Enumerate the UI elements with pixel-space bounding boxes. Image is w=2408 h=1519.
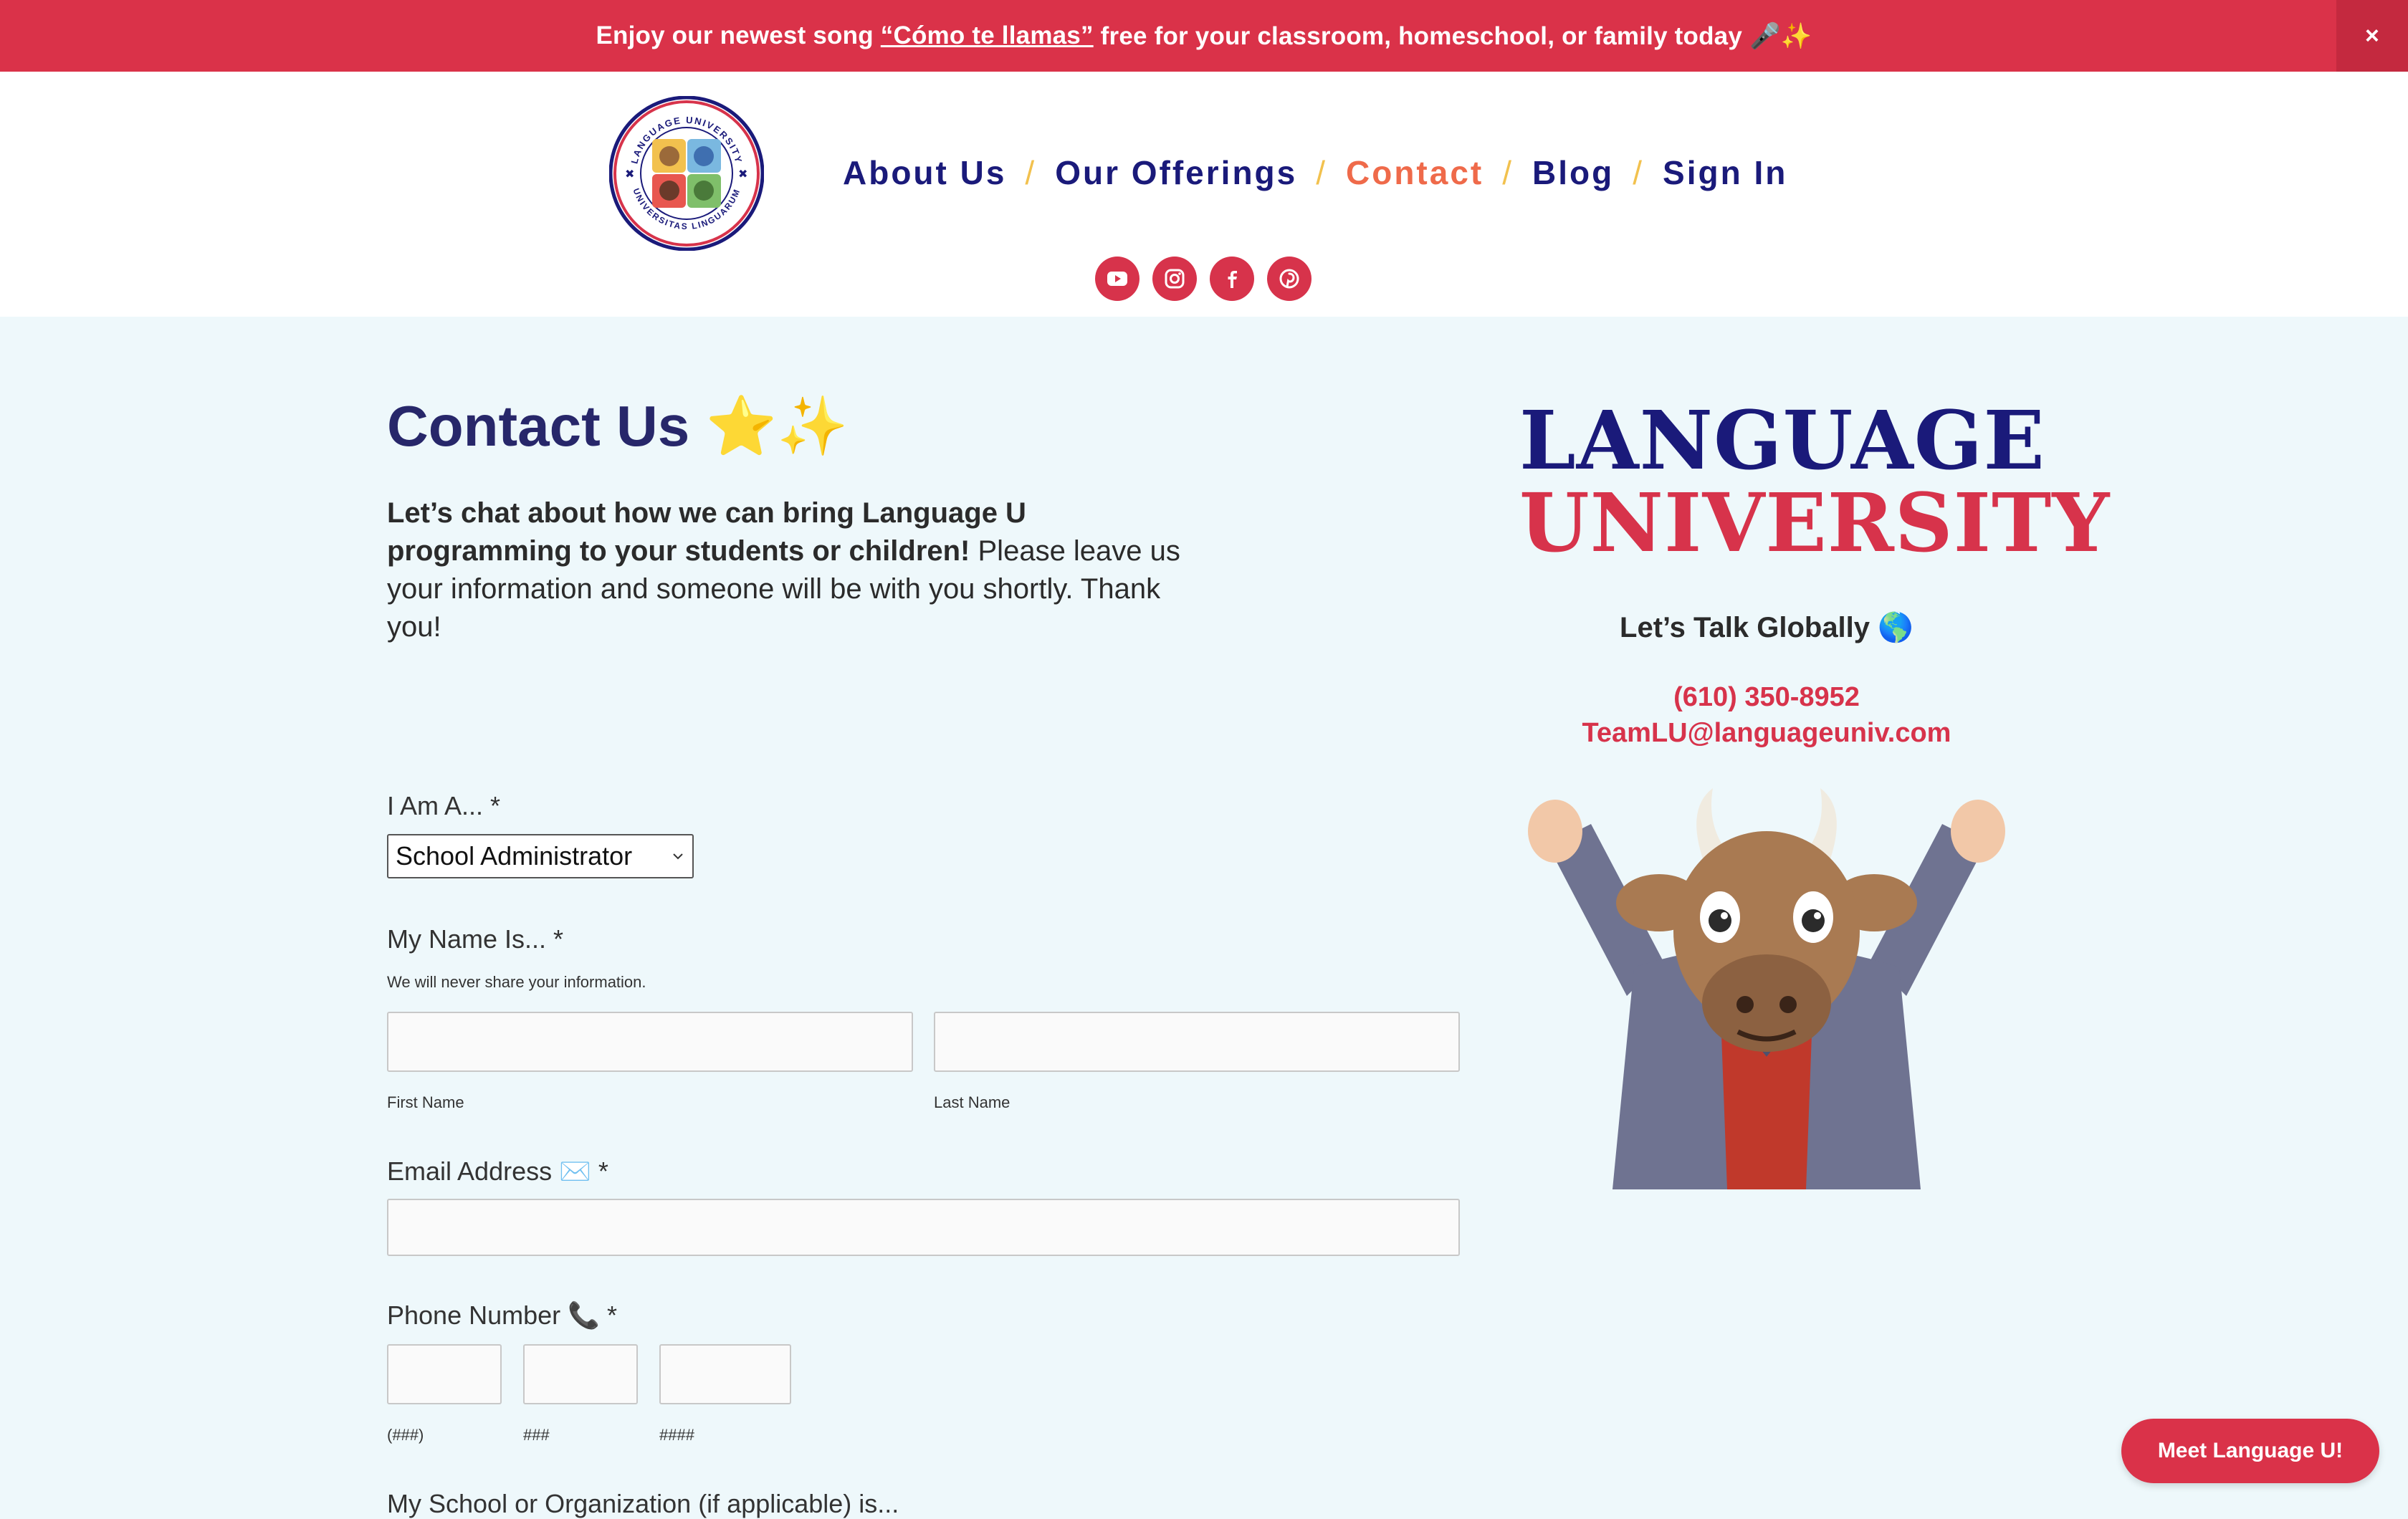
nav-separator: / — [1502, 154, 1514, 191]
pinterest-icon[interactable] — [1267, 257, 1312, 301]
svg-text:✖: ✖ — [738, 168, 747, 181]
page-title: Contact Us ⭐✨ — [387, 394, 849, 458]
svg-text:✖: ✖ — [625, 168, 634, 181]
nav-separator: / — [1025, 154, 1037, 191]
phone-area-code-input[interactable] — [387, 1344, 502, 1404]
instagram-icon[interactable] — [1152, 257, 1197, 301]
first-name-input[interactable] — [387, 1012, 913, 1072]
announcement-bar: Enjoy our newest song “Cómo te llamas” f… — [0, 0, 2408, 72]
intro-text: Let’s chat about how we can bring Langua… — [387, 494, 1197, 646]
phone-link[interactable]: (610) 350-8952 — [1519, 682, 2014, 713]
phone-hint-line: #### — [659, 1426, 694, 1444]
bull-mascot-illustration — [1528, 788, 2005, 1189]
nav-about-us[interactable]: About Us — [843, 153, 1006, 192]
intro-bold: Let’s chat about how we can bring Langua… — [387, 497, 1026, 567]
close-icon[interactable]: × — [2365, 22, 2379, 50]
phone-hint-prefix: ### — [523, 1426, 550, 1444]
facebook-icon[interactable] — [1210, 257, 1254, 301]
nav-separator: / — [1316, 154, 1328, 191]
phone-prefix-input[interactable] — [523, 1344, 638, 1404]
brand-line-1: LANGUAGE — [1519, 394, 2045, 488]
brand-line-2: UNIVERSITY — [1519, 476, 2111, 570]
phone-hint-area: (###) — [387, 1426, 424, 1444]
email-input[interactable] — [387, 1199, 1460, 1256]
close-announcement-button[interactable]: × — [2336, 0, 2408, 72]
nav-blog[interactable]: Blog — [1532, 153, 1614, 192]
chevron-down-icon — [673, 853, 683, 860]
site-logo[interactable]: LANGUAGE UNIVERSITY UNIVERSITAS LINGUARU… — [609, 96, 764, 251]
nav-separator: / — [1633, 154, 1645, 191]
name-privacy-note: We will never share your information. — [387, 973, 646, 991]
announcement-suffix: free for your classroom, homeschool, or … — [1100, 21, 1812, 50]
school-label: My School or Organization (if applicable… — [387, 1489, 899, 1518]
name-label: My Name Is... * — [387, 924, 564, 954]
social-links — [1095, 257, 1312, 301]
brand-tagline: Let’s Talk Globally 🌎 — [1620, 612, 1914, 643]
last-name-input[interactable] — [934, 1012, 1460, 1072]
last-name-label: Last Name — [934, 1093, 1010, 1111]
main-nav: About Us / Our Offerings / Contact / Blo… — [843, 148, 1787, 198]
meet-language-u-button[interactable]: Meet Language U! — [2121, 1419, 2379, 1483]
role-label: I Am A... * — [387, 791, 501, 820]
role-select[interactable]: School Administrator — [387, 834, 694, 878]
nav-sign-in[interactable]: Sign In — [1663, 153, 1787, 192]
email-label: Email Address ✉️ * — [387, 1156, 608, 1186]
first-name-label: First Name — [387, 1093, 464, 1111]
role-select-value: School Administrator — [396, 841, 633, 871]
phone-label: Phone Number 📞 * — [387, 1300, 617, 1330]
youtube-icon[interactable] — [1095, 257, 1140, 301]
nav-contact[interactable]: Contact — [1346, 153, 1484, 192]
announcement-prefix: Enjoy our newest song — [596, 21, 874, 49]
song-link[interactable]: “Cómo te llamas” — [881, 21, 1094, 50]
nav-our-offerings[interactable]: Our Offerings — [1055, 153, 1297, 192]
email-link[interactable]: TeamLU@languageuniv.com — [1519, 718, 2014, 749]
phone-line-input[interactable] — [659, 1344, 791, 1404]
